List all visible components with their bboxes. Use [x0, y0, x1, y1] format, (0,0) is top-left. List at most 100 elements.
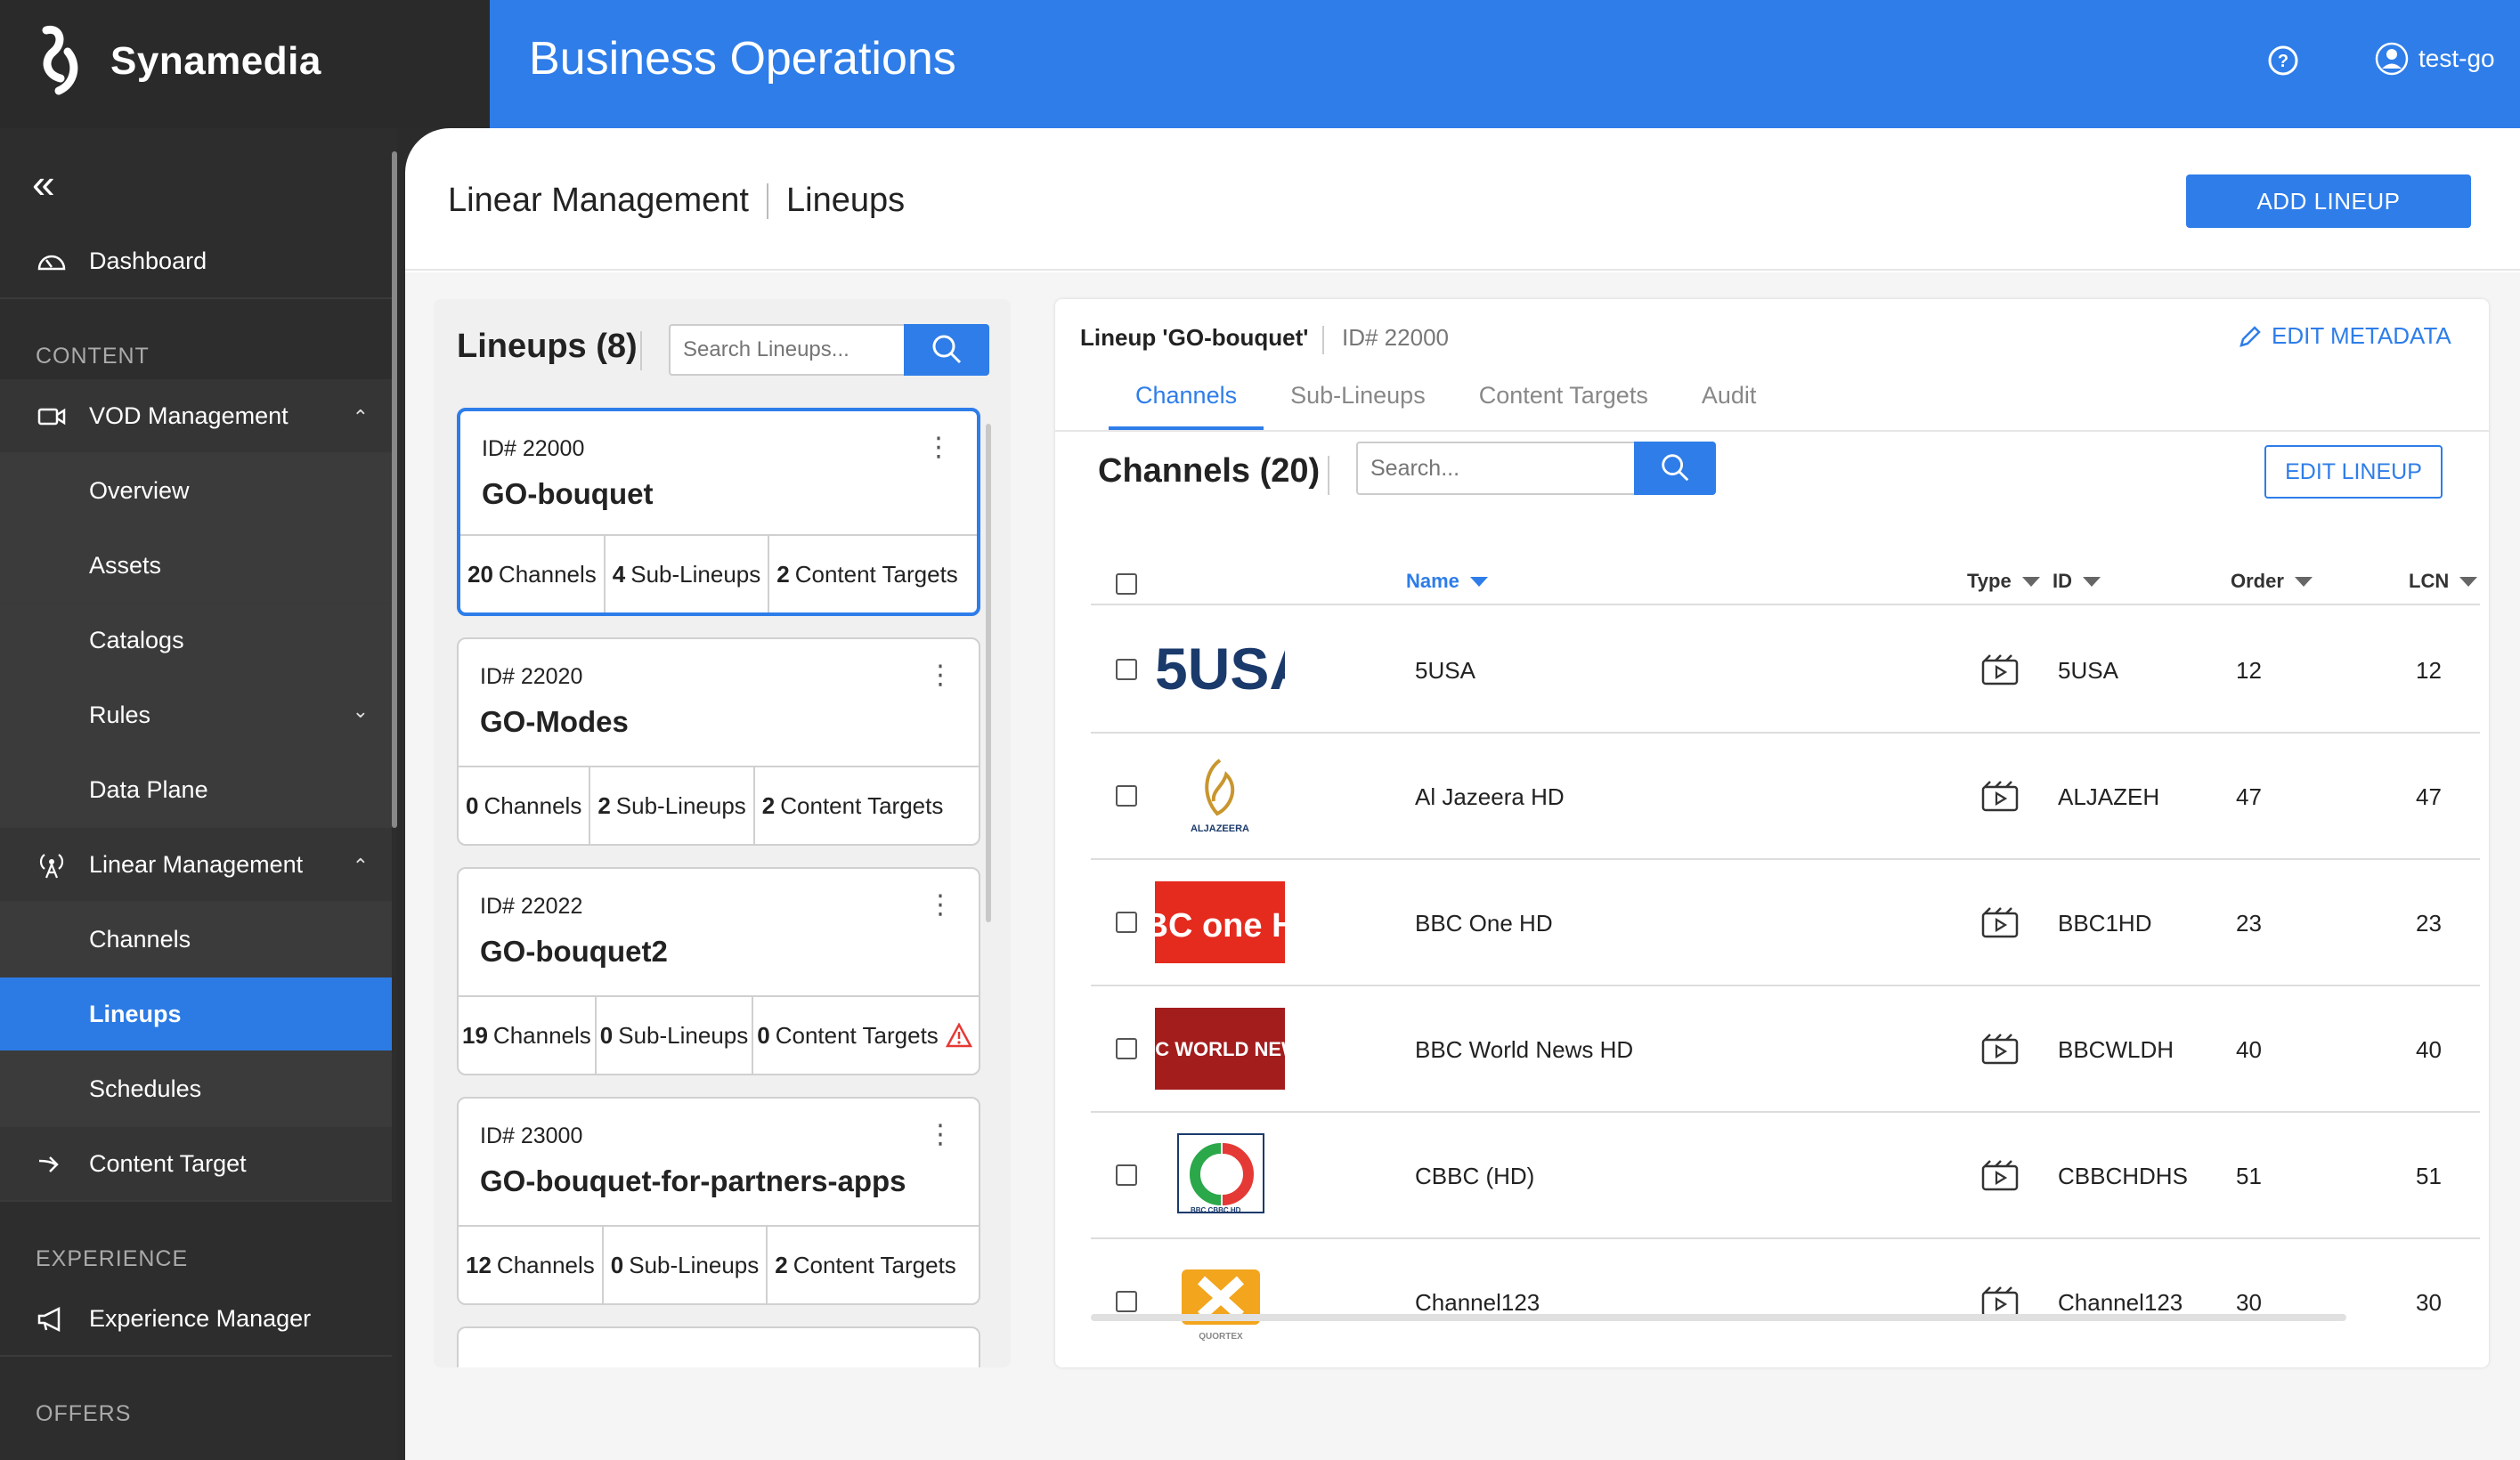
column-id[interactable]: ID: [2053, 570, 2101, 593]
svg-text:ALJAZEERA: ALJAZEERA: [1191, 823, 1249, 834]
lineups-panel: Lineups (8) ID# 22000 GO-bouquet ⋮ 20Cha…: [434, 299, 1011, 1367]
lineup-detail-id: ID# 22000: [1342, 324, 1449, 351]
channel-lcn: 23: [2416, 910, 2442, 937]
channel-id: 5USA: [2058, 657, 2118, 684]
lineup-card-partial[interactable]: [457, 1326, 980, 1367]
select-all-checkbox[interactable]: [1116, 573, 1137, 595]
video-camera-icon: [37, 408, 66, 426]
user-avatar-icon[interactable]: [2374, 41, 2410, 77]
sidebar-item-overview[interactable]: Overview: [0, 454, 392, 529]
sidebar-item-vod-management[interactable]: VOD Management ⌃: [0, 379, 392, 454]
edit-metadata-button[interactable]: EDIT METADATA: [2238, 322, 2451, 350]
table-row[interactable]: BBC WORLD NEWS BBC World News HD BBCWLDH…: [1091, 986, 2480, 1113]
channels-count: 0 Channels: [459, 767, 591, 844]
sidebar-item-assets[interactable]: Assets: [0, 529, 392, 604]
lineup-id: ID# 22000: [482, 436, 585, 461]
sublineups-count: 0 Sub-Lineups: [604, 1227, 768, 1303]
chevron-up-icon: ⌃: [352, 406, 369, 428]
sidebar-item-content-target[interactable]: Content Target: [0, 1127, 392, 1202]
warning-icon: [945, 1023, 972, 1048]
channel-name: BBC World News HD: [1415, 1036, 1634, 1063]
collapse-sidebar-button[interactable]: «: [32, 163, 55, 204]
table-horizontal-scrollbar[interactable]: [1091, 1314, 2346, 1321]
lineup-id: ID# 22020: [480, 664, 583, 689]
column-lcn[interactable]: LCN: [2409, 570, 2478, 593]
detail-tabs: Channels Sub-Lineups Content Targets Aud…: [1109, 370, 1783, 431]
table-row[interactable]: ALJAZEERA Al Jazeera HD ALJAZEH 47 47: [1091, 734, 2480, 860]
row-checkbox[interactable]: [1116, 785, 1137, 807]
sidebar-item-data-plane[interactable]: Data Plane: [0, 753, 392, 828]
sort-arrow-icon: [2083, 576, 2101, 587]
sidebar-item-label: VOD Management: [89, 402, 289, 429]
sidebar-item-dashboard[interactable]: Dashboard: [0, 224, 392, 299]
channel-id: Channel123: [2058, 1289, 2183, 1316]
svg-text:5USA: 5USA: [1155, 636, 1285, 702]
kebab-menu-icon[interactable]: ⋮: [927, 662, 954, 689]
lineup-search-input[interactable]: [669, 324, 904, 376]
lineup-card[interactable]: ID# 22022 GO-bouquet2 ⋮ 19 Channels 0 Sub-…: [457, 867, 980, 1075]
tab-sub-lineups[interactable]: Sub-Lineups: [1264, 370, 1452, 431]
user-name[interactable]: test-go: [2418, 45, 2495, 73]
sidebar-scrollbar[interactable]: [392, 151, 397, 828]
svg-text:BBC one HD: BBC one HD: [1155, 907, 1285, 945]
lineup-stats: 0 Channels 2 Sub-Lineups 2 Content Targets: [459, 766, 979, 844]
sidebar-item-channels[interactable]: Channels: [0, 903, 392, 977]
lineup-stats: 19 Channels 0 Sub-Lineups 0 Content Targets: [459, 995, 979, 1074]
table-row[interactable]: 5USA 5USA 5USA 12 12: [1091, 607, 2480, 734]
lineup-card[interactable]: ID# 23000 GO-bouquet-for-partners-apps ⋮…: [457, 1097, 980, 1305]
lineup-card-selected[interactable]: ID# 22000 GO-bouquet ⋮ 20 Channels 4 Sub-L…: [457, 408, 980, 616]
breadcrumb-lineups: Lineups: [786, 182, 906, 219]
sidebar-item-linear-management[interactable]: Linear Management ⌃: [0, 828, 392, 903]
sort-arrow-icon: [1469, 576, 1488, 587]
row-checkbox[interactable]: [1116, 659, 1137, 680]
channel-name: Channel123: [1415, 1289, 1540, 1316]
add-lineup-button[interactable]: ADD LINEUP: [2186, 174, 2471, 228]
lineup-stats: 20 Channels 4 Sub-Lineups 2 Content Targets: [460, 534, 977, 612]
channel-search-button[interactable]: [1634, 442, 1716, 495]
lineup-id: ID# 23000: [480, 1123, 583, 1148]
content-targets-count: 2 Content Targets: [775, 1251, 956, 1278]
section-experience: EXPERIENCE: [36, 1246, 189, 1271]
channels-count: 12 Channels: [459, 1227, 604, 1303]
lineups-scrollbar[interactable]: [986, 424, 991, 922]
channel-lcn: 12: [2416, 657, 2442, 684]
table-row[interactable]: QUORTEX Channel123 Channel123 30 30: [1091, 1239, 2480, 1366]
row-checkbox[interactable]: [1116, 912, 1137, 933]
channels-count: 20 Channels: [460, 536, 606, 612]
sidebar-item-schedules[interactable]: Schedules: [0, 1052, 392, 1127]
edit-lineup-button[interactable]: EDIT LINEUP: [2264, 445, 2443, 499]
channel-name: Al Jazeera HD: [1415, 783, 1565, 810]
kebab-menu-icon[interactable]: ⋮: [925, 434, 952, 461]
lineup-card[interactable]: ID# 22020 GO-Modes ⋮ 0 Channels 2 Sub-Line…: [457, 637, 980, 846]
kebab-menu-icon[interactable]: ⋮: [927, 892, 954, 919]
sidebar-item-catalogs[interactable]: Catalogs: [0, 604, 392, 678]
table-row[interactable]: BBC one HD BBC One HD BBC1HD 23 23: [1091, 860, 2480, 986]
kebab-menu-icon[interactable]: ⋮: [927, 1122, 954, 1148]
sidebar-item-rules[interactable]: Rules ⌄: [0, 678, 392, 753]
row-checkbox[interactable]: [1116, 1038, 1137, 1059]
sidebar-item-label: Rules: [89, 701, 151, 728]
section-offers: OFFERS: [36, 1401, 132, 1426]
channel-name: BBC One HD: [1415, 910, 1553, 937]
tab-channels[interactable]: Channels: [1109, 370, 1264, 431]
lineup-search-button[interactable]: [904, 324, 989, 376]
table-header: Name Type ID Order LCN: [1091, 563, 2480, 605]
help-icon[interactable]: ?: [2267, 45, 2299, 77]
tab-audit[interactable]: Audit: [1675, 370, 1784, 431]
row-checkbox[interactable]: [1116, 1291, 1137, 1312]
channel-lcn: 51: [2416, 1163, 2442, 1189]
breadcrumb-linear-management[interactable]: Linear Management: [448, 182, 749, 220]
channel-search-input[interactable]: [1356, 442, 1634, 495]
column-order[interactable]: Order: [2231, 570, 2313, 593]
video-type-icon: [1981, 1160, 2019, 1191]
sidebar-item-lineups[interactable]: Lineups: [0, 977, 392, 1052]
table-row[interactable]: BBC CBBC HD CBBC (HD) CBBCHDHS 51 51: [1091, 1113, 2480, 1239]
sidebar-item-label: Content Target: [89, 1149, 247, 1177]
tab-content-targets[interactable]: Content Targets: [1452, 370, 1675, 431]
app-title: Business Operations: [529, 33, 956, 85]
row-checkbox[interactable]: [1116, 1164, 1137, 1186]
sidebar-item-experience-manager[interactable]: Experience Manager: [0, 1282, 392, 1357]
column-name[interactable]: Name: [1406, 570, 1488, 593]
column-type[interactable]: Type: [1967, 570, 2040, 593]
sidebar-item-label: Schedules: [89, 1075, 202, 1102]
